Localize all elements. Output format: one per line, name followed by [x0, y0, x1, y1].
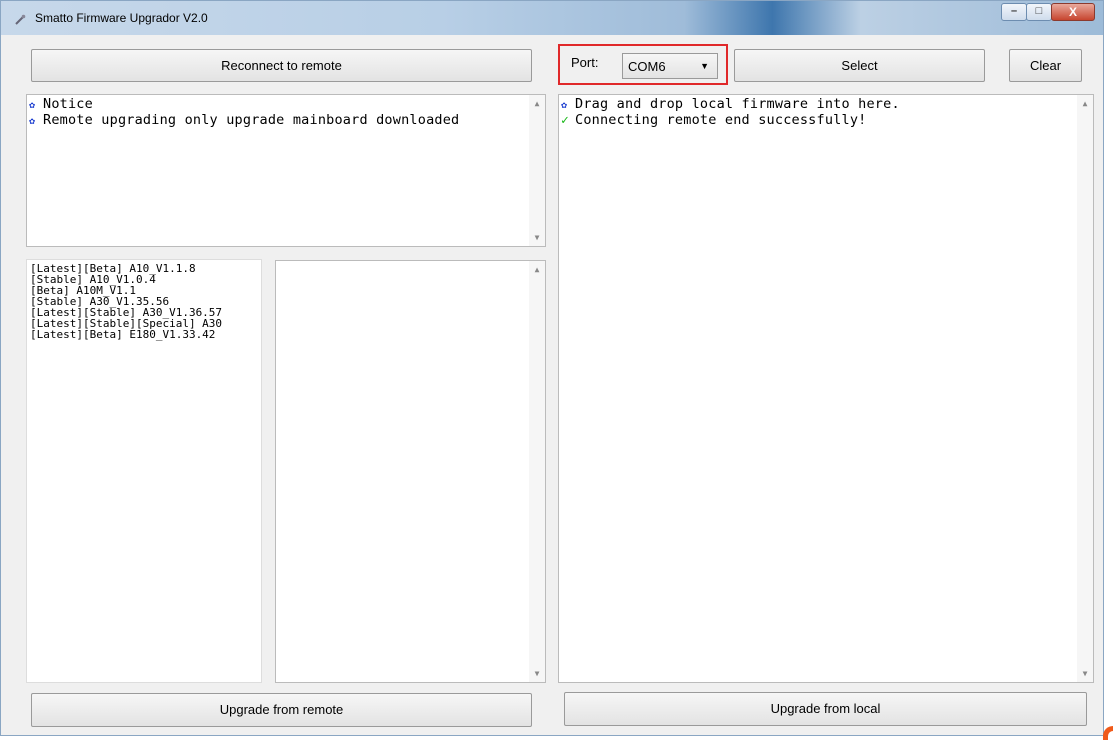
- app-window: Smatto Firmware Upgrador V2.0 – □ X Reco…: [0, 0, 1104, 736]
- scroll-up-icon[interactable]: ▲: [529, 265, 545, 274]
- local-log-line: ✿ Drag and drop local firmware into here.: [561, 97, 1093, 113]
- notice-log[interactable]: ✿ Notice ✿ Remote upgrading only upgrade m…: [26, 94, 546, 247]
- chevron-down-icon: ▼: [700, 61, 709, 71]
- local-log-text: Connecting remote end successfully!: [575, 112, 867, 128]
- select-button-label: Select: [841, 58, 878, 73]
- firmware-details[interactable]: ▲ ▼: [275, 260, 546, 683]
- minimize-icon: –: [1010, 5, 1018, 17]
- local-log-line: ✓ Connecting remote end successfully!: [561, 113, 1093, 128]
- close-icon: X: [1068, 5, 1077, 19]
- port-label: Port:: [571, 55, 599, 70]
- upgrade-from-remote-button[interactable]: Upgrade from remote: [31, 693, 532, 727]
- bullet-icon: ✿: [29, 116, 36, 127]
- port-select-value: COM6: [628, 59, 666, 74]
- notice-line: ✿ Remote upgrading only upgrade mainboard…: [29, 113, 545, 129]
- bullet-icon: ✿: [561, 100, 568, 111]
- notice-line-text: Notice: [43, 96, 93, 112]
- notice-scrollbar[interactable]: ▲ ▼: [529, 95, 545, 246]
- list-item[interactable]: [Latest][Beta] E180_V1.33.42: [27, 329, 261, 340]
- window-title: Smatto Firmware Upgrador V2.0: [35, 11, 208, 25]
- local-log-scrollbar[interactable]: ▲ ▼: [1077, 95, 1093, 682]
- upgrade-from-local-button[interactable]: Upgrade from local: [564, 692, 1087, 726]
- bullet-icon: ✿: [29, 100, 36, 111]
- app-icon: [15, 14, 26, 25]
- scroll-down-icon[interactable]: ▼: [529, 669, 545, 678]
- scroll-down-icon[interactable]: ▼: [1077, 669, 1093, 678]
- clear-button-label: Clear: [1029, 58, 1062, 73]
- scroll-down-icon[interactable]: ▼: [529, 233, 545, 242]
- port-highlight: Port: COM6 ▼: [558, 44, 728, 85]
- caption-buttons: – □ X: [1001, 3, 1095, 23]
- check-icon: ✓: [561, 113, 570, 128]
- resize-grip[interactable]: [1103, 726, 1113, 740]
- upgrade-from-remote-label: Upgrade from remote: [219, 702, 344, 717]
- notice-line-text: Remote upgrading only upgrade mainboard …: [43, 112, 460, 128]
- select-button[interactable]: Select: [734, 49, 985, 82]
- scroll-up-icon[interactable]: ▲: [529, 99, 545, 108]
- reconnect-button[interactable]: Reconnect to remote: [31, 49, 532, 82]
- notice-line: ✿ Notice: [29, 97, 545, 113]
- reconnect-button-label: Reconnect to remote: [221, 58, 342, 73]
- port-select[interactable]: COM6 ▼: [622, 53, 718, 79]
- local-firmware-dropzone[interactable]: ✿ Drag and drop local firmware into here.…: [558, 94, 1094, 683]
- firmware-list[interactable]: [Latest][Beta] A10_V1.1.8 [Stable] A10_V…: [26, 259, 262, 683]
- scroll-up-icon[interactable]: ▲: [1077, 99, 1093, 108]
- title-bar[interactable]: Smatto Firmware Upgrador V2.0 – □ X: [1, 1, 1103, 35]
- details-scrollbar[interactable]: ▲ ▼: [529, 261, 545, 682]
- upgrade-from-local-label: Upgrade from local: [770, 701, 881, 716]
- clear-button[interactable]: Clear: [1009, 49, 1082, 82]
- minimize-button[interactable]: –: [1001, 3, 1027, 21]
- maximize-button[interactable]: □: [1026, 3, 1052, 21]
- close-button[interactable]: X: [1051, 3, 1095, 21]
- local-log-text: Drag and drop local firmware into here.: [575, 96, 900, 112]
- maximize-icon: □: [1035, 5, 1043, 17]
